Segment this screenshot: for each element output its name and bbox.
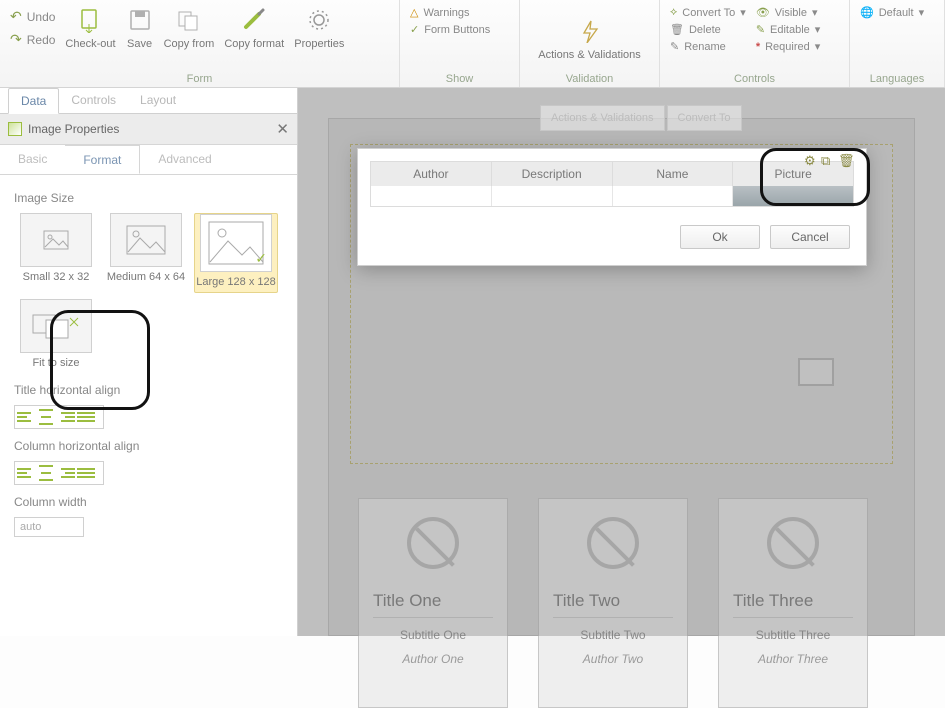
properties-button[interactable]: Properties xyxy=(294,4,344,50)
align-right[interactable] xyxy=(57,408,75,426)
align-justify[interactable] xyxy=(77,408,95,426)
properties-panel: Data Controls Layout Image Properties ✕ … xyxy=(0,88,298,636)
panel-tab-layout[interactable]: Layout xyxy=(128,88,188,113)
asterisk-icon: * xyxy=(756,41,760,53)
copy-format-button[interactable]: Copy format xyxy=(224,4,284,50)
convert-to-button[interactable]: ⟡Convert To▾ xyxy=(670,6,746,19)
rename-icon: ✎ xyxy=(670,40,679,53)
title-halign-label: Title horizontal align xyxy=(14,383,283,397)
save-button[interactable]: Save xyxy=(126,4,154,50)
copy-from-icon xyxy=(175,6,203,34)
col-header-author[interactable]: Author xyxy=(371,162,492,186)
save-icon xyxy=(126,6,154,34)
visible-button[interactable]: 👁Visible▾ xyxy=(756,6,821,19)
col-align-group xyxy=(14,461,104,485)
card-author: Author One xyxy=(402,652,463,666)
trash-icon[interactable]: 🗑 xyxy=(838,153,852,167)
brush-icon xyxy=(240,6,268,34)
image-icon xyxy=(8,122,22,136)
eye-icon: 👁 xyxy=(756,6,770,19)
bolt-icon xyxy=(576,17,604,45)
align-center[interactable] xyxy=(37,408,55,426)
redo-icon: ↷ xyxy=(10,31,22,48)
ribbon: ↶Undo ↷Redo Check-out Save Copy from Cop… xyxy=(0,0,945,88)
subtab-format[interactable]: Format xyxy=(65,145,140,174)
globe-icon: 🌐 xyxy=(860,6,874,19)
redo-button[interactable]: ↷Redo xyxy=(10,31,55,48)
check-icon: ✓ xyxy=(255,250,267,267)
required-button[interactable]: *Required▾ xyxy=(756,40,821,53)
pencil-icon: ✎ xyxy=(756,23,765,36)
ribbon-group-show: Show xyxy=(410,71,509,85)
check-icon: ✓ xyxy=(410,23,419,36)
subtab-basic[interactable]: Basic xyxy=(0,145,65,174)
ribbon-group-controls: Controls xyxy=(670,71,839,85)
col-header-description[interactable]: Description xyxy=(492,162,613,186)
column-picker-dialog: ⚙ ⧉ 🗑 Author Description Name Picture Ok… xyxy=(357,148,867,266)
warning-icon: △ xyxy=(410,6,418,19)
col-align-left[interactable] xyxy=(17,464,35,482)
checkout-button[interactable]: Check-out xyxy=(65,4,115,50)
checkout-icon xyxy=(76,6,104,34)
form-buttons-button[interactable]: ✓Form Buttons xyxy=(410,23,490,36)
rename-button[interactable]: ✎Rename xyxy=(670,40,746,53)
title-align-group xyxy=(14,405,104,429)
ghost-tab-convert: Convert To xyxy=(667,105,742,131)
size-fit[interactable]: Fit to size xyxy=(14,299,98,369)
warnings-button[interactable]: △Warnings xyxy=(410,6,490,19)
trash-icon: 🗑 xyxy=(670,23,684,36)
col-align-right[interactable] xyxy=(57,464,75,482)
panel-tab-controls[interactable]: Controls xyxy=(59,88,128,113)
language-button[interactable]: 🌐Default▾ xyxy=(860,6,924,19)
size-large[interactable]: ✓ Large 128 x 128 xyxy=(194,213,278,293)
card-author: Author Three xyxy=(758,652,828,666)
ok-button[interactable]: Ok xyxy=(680,225,760,249)
card-author: Author Two xyxy=(583,652,643,666)
panel-title: Image Properties xyxy=(28,122,270,136)
close-icon[interactable]: ✕ xyxy=(276,120,289,138)
subtab-advanced[interactable]: Advanced xyxy=(140,145,229,174)
col-align-justify[interactable] xyxy=(77,464,95,482)
col-width-label: Column width xyxy=(14,495,283,509)
grid-cell[interactable] xyxy=(613,186,734,206)
undo-icon: ↶ xyxy=(10,8,22,25)
cancel-button[interactable]: Cancel xyxy=(770,225,850,249)
grid-cell[interactable] xyxy=(371,186,492,206)
align-left[interactable] xyxy=(17,408,35,426)
column-width-input[interactable] xyxy=(14,517,84,537)
gear-icon xyxy=(305,6,333,34)
col-halign-label: Column horizontal align xyxy=(14,439,283,453)
ribbon-group-validation: Validation xyxy=(530,71,649,85)
copy-icon[interactable]: ⧉ xyxy=(821,153,835,167)
col-header-name[interactable]: Name xyxy=(613,162,734,186)
size-medium[interactable]: Medium 64 x 64 xyxy=(104,213,188,293)
editable-button[interactable]: ✎Editable▾ xyxy=(756,23,821,36)
delete-button[interactable]: 🗑Delete xyxy=(670,23,746,36)
ribbon-group-languages: Languages xyxy=(860,71,934,85)
actions-validations-button[interactable]: Actions & Validations xyxy=(538,15,641,61)
col-align-center[interactable] xyxy=(37,464,55,482)
grid-cell-selected[interactable] xyxy=(733,186,853,206)
undo-button[interactable]: ↶Undo xyxy=(10,8,55,25)
gear-icon[interactable]: ⚙ xyxy=(804,153,818,167)
convert-icon: ⟡ xyxy=(670,6,677,19)
ghost-tab-actions: Actions & Validations xyxy=(540,105,665,131)
panel-tab-data[interactable]: Data xyxy=(8,88,59,114)
size-small[interactable]: Small 32 x 32 xyxy=(14,213,98,293)
grid-cell[interactable] xyxy=(492,186,613,206)
ribbon-group-form: Form xyxy=(10,71,389,85)
image-size-label: Image Size xyxy=(14,191,283,205)
copy-from-button[interactable]: Copy from xyxy=(164,4,215,50)
